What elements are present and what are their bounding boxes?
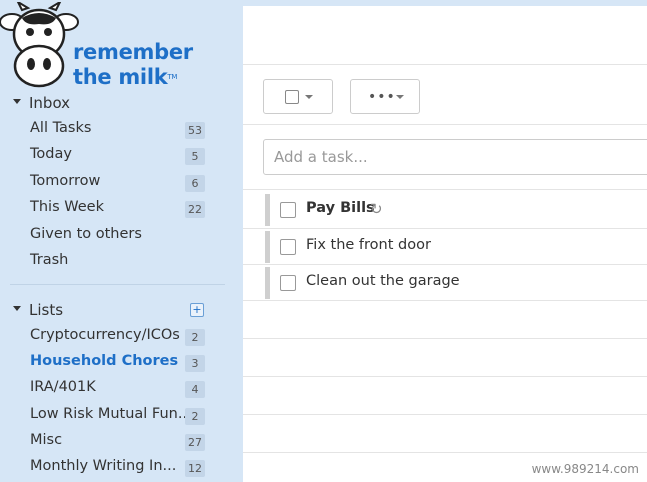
sidebar-item-ira-401k[interactable]: IRA/401K 4: [0, 375, 243, 401]
logo-trademark: TM: [167, 73, 178, 81]
sidebar-item-low-risk-mutual-funds[interactable]: Low Risk Mutual Fun... 2: [0, 402, 243, 428]
task-name: Pay Bills: [306, 200, 375, 216]
row-divider: [243, 376, 647, 377]
priority-bar: [265, 267, 270, 299]
add-task-input[interactable]: [263, 139, 647, 175]
app-logo[interactable]: remember the milkTM: [0, 2, 200, 92]
sidebar-item-today[interactable]: Today 5: [0, 142, 243, 168]
task-row[interactable]: Fix the front door: [243, 229, 647, 265]
priority-bar: [265, 231, 270, 263]
inbox-header[interactable]: Inbox: [0, 91, 243, 115]
chevron-down-icon: [305, 95, 313, 99]
toolbar-divider: [243, 124, 647, 125]
logo-text: remember the milkTM: [73, 40, 193, 90]
count-badge: 12: [185, 460, 205, 477]
task-checkbox[interactable]: [280, 275, 296, 291]
count-badge: 27: [185, 434, 205, 451]
sidebar-item-label: Tomorrow: [30, 173, 101, 189]
task-checkbox[interactable]: [280, 239, 296, 255]
count-badge: 3: [185, 355, 205, 372]
select-dropdown-button[interactable]: [263, 79, 333, 114]
task-name: Fix the front door: [306, 237, 431, 253]
row-divider: [243, 300, 647, 301]
watermark: www.989214.com: [531, 462, 639, 476]
sidebar-item-label: This Week: [30, 199, 104, 215]
sidebar-item-monthly-writing[interactable]: Monthly Writing In... 12: [0, 454, 243, 480]
row-divider: [243, 414, 647, 415]
sidebar-item-label: Cryptocurrency/ICOs: [30, 327, 180, 343]
sidebar-item-given-to-others[interactable]: Given to others: [0, 222, 243, 248]
priority-bar: [265, 194, 270, 226]
sidebar-item-label: Low Risk Mutual Fun...: [30, 406, 192, 422]
more-actions-button[interactable]: •••: [350, 79, 420, 114]
task-row[interactable]: Pay Bills ↻: [243, 192, 647, 228]
sidebar-item-tomorrow[interactable]: Tomorrow 6: [0, 169, 243, 195]
sidebar-item-misc[interactable]: Misc 27: [0, 428, 243, 454]
sidebar-item-label: IRA/401K: [30, 379, 96, 395]
caret-down-icon: [13, 99, 21, 104]
task-row[interactable]: Clean out the garage: [243, 265, 647, 301]
checkbox-icon: [285, 90, 299, 104]
count-badge: 4: [185, 381, 205, 398]
top-strip: [243, 0, 647, 6]
sidebar-item-label: Today: [30, 146, 72, 162]
count-badge: 22: [185, 201, 205, 218]
sidebar-item-cryptocurrency[interactable]: Cryptocurrency/ICOs 2: [0, 323, 243, 349]
sidebar-item-all-tasks[interactable]: All Tasks 53: [0, 116, 243, 142]
task-checkbox[interactable]: [280, 202, 296, 218]
sidebar: remember the milkTM Inbox All Tasks 53 T…: [0, 0, 243, 482]
sidebar-item-label: Trash: [30, 252, 69, 268]
count-badge: 53: [185, 122, 205, 139]
header-divider: [243, 64, 647, 65]
caret-down-icon: [13, 306, 21, 311]
task-name: Clean out the garage: [306, 273, 460, 289]
cow-icon: [0, 2, 79, 88]
list-divider: [243, 189, 647, 190]
count-badge: 5: [185, 148, 205, 165]
sidebar-item-household-chores[interactable]: Household Chores 3: [0, 349, 243, 375]
sidebar-item-label: Household Chores: [30, 353, 179, 369]
count-badge: 2: [185, 408, 205, 425]
more-icon: •••: [368, 89, 396, 105]
task-panel: ••• Pay Bills ↻ Fix the front door Clean…: [243, 0, 647, 482]
count-badge: 6: [185, 175, 205, 192]
count-badge: 2: [185, 329, 205, 346]
add-list-icon[interactable]: +: [190, 303, 204, 317]
chevron-down-icon: [396, 95, 404, 99]
sidebar-item-label: Misc: [30, 432, 63, 448]
sidebar-divider: [10, 284, 225, 285]
repeat-icon: ↻: [370, 200, 383, 218]
lists-header[interactable]: Lists: [0, 298, 243, 322]
sidebar-item-trash[interactable]: Trash: [0, 248, 243, 274]
sidebar-item-label: Given to others: [30, 226, 142, 242]
sidebar-item-label: Monthly Writing In...: [30, 458, 177, 474]
sidebar-item-this-week[interactable]: This Week 22: [0, 195, 243, 221]
logo-line2: the milk: [73, 65, 168, 89]
row-divider: [243, 452, 647, 453]
logo-line1: remember: [73, 40, 193, 64]
row-divider: [243, 338, 647, 339]
sidebar-item-label: All Tasks: [30, 120, 92, 136]
inbox-header-label: Inbox: [29, 94, 71, 112]
lists-header-label: Lists: [29, 301, 64, 319]
